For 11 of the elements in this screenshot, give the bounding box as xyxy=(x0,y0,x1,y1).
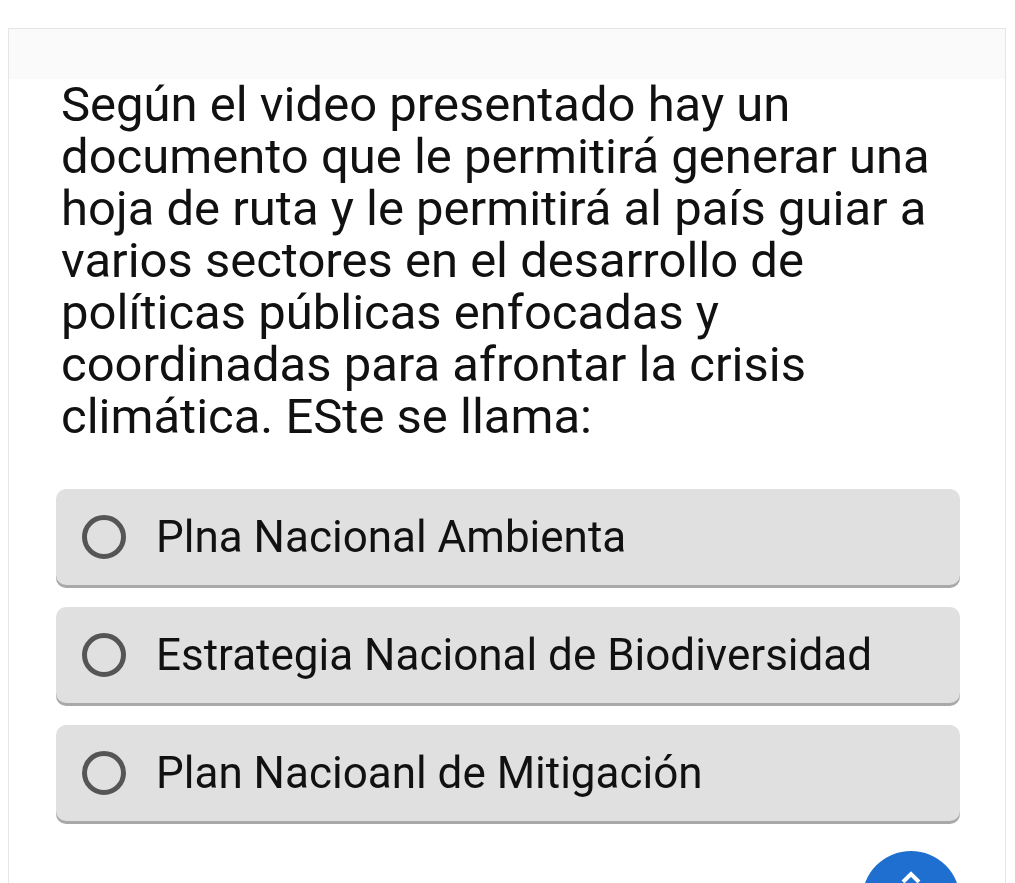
answer-option[interactable]: Plna Nacional Ambienta xyxy=(56,489,960,585)
option-label: Plna Nacional Ambienta xyxy=(156,510,627,565)
answer-option[interactable]: Estrategia Nacional de Biodiversidad xyxy=(56,607,960,703)
chevron-up-icon xyxy=(901,871,921,883)
radio-button[interactable] xyxy=(82,751,126,795)
radio-button[interactable] xyxy=(82,515,126,559)
option-label: Estrategia Nacional de Biodiversidad xyxy=(156,628,873,683)
radio-button[interactable] xyxy=(82,633,126,677)
option-label: Plan Nacioanl de Mitigación xyxy=(156,746,703,801)
question-text: Según el video presentado hay un documento que le permitirá generar una hoja de ruta y le permitirá al país guiar a varios sectores en el desarrollo de políticas públicas enfocadas y coordinadas para afrontar la crisis climática. ESte se llama: xyxy=(61,79,931,443)
answer-option[interactable]: Plan Nacioanl de Mitigación xyxy=(56,725,960,821)
